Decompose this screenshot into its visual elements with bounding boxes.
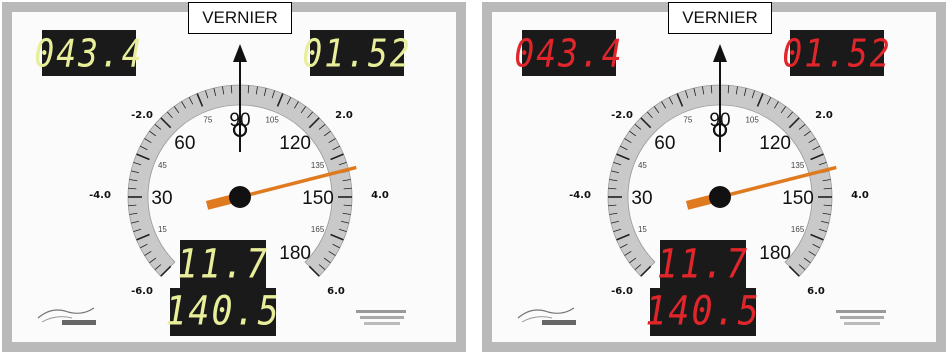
dial-major-label: 60 [174, 133, 195, 154]
vernier-label: VERNIER [188, 2, 292, 34]
vernier-scale-label: 2.0 [335, 110, 353, 121]
vernier-scale-label: -6.0 [131, 286, 153, 297]
dial-minor-label: 135 [791, 161, 805, 170]
dial-major-label: 180 [759, 243, 791, 264]
dial-major-label: 180 [279, 243, 311, 264]
vernier-panel-left: VERNIER 0306090120150180154575105135165-… [2, 2, 466, 352]
dial-major-label: 30 [151, 188, 172, 209]
angle-display: 140.5 [645, 288, 761, 336]
vernier-scale-label: -4.0 [89, 190, 111, 201]
brand-logo-icon [37, 307, 96, 325]
top-left-display: 043.4 [514, 30, 624, 76]
brand-logo-icon [517, 307, 576, 325]
vernier-panel-right: VERNIER 0306090120150180154575105135165-… [482, 2, 946, 352]
top-right-display: 01.52 [782, 30, 892, 76]
dial-major-label: 120 [759, 133, 791, 154]
vernier-label: VERNIER [668, 2, 772, 34]
dial-minor-label: 75 [683, 115, 692, 124]
vernier-scale-label: 2.0 [815, 110, 833, 121]
needle-hub [709, 186, 731, 208]
vernier-scale-label: -2.0 [131, 110, 153, 121]
dial-minor-label: 45 [158, 161, 167, 170]
dial-major-label: 150 [782, 188, 814, 209]
dial-major-label: 120 [279, 133, 311, 154]
top-right-display: 01.52 [302, 30, 412, 76]
dial-minor-label: 105 [745, 115, 759, 124]
vernier-scale-label: 4.0 [851, 190, 869, 201]
dial-minor-label: 165 [311, 225, 325, 234]
maker-logo-icon [836, 310, 886, 325]
reference-arrow-icon [233, 44, 247, 62]
vernier-scale-label: -4.0 [569, 190, 591, 201]
needle-hub [229, 186, 251, 208]
reference-arrow-icon [713, 44, 727, 62]
vernier-scale-label: -6.0 [611, 286, 633, 297]
top-left-display: 043.4 [34, 30, 144, 76]
dial-major-label: 60 [654, 133, 675, 154]
dial-minor-label: 165 [791, 225, 805, 234]
vernier-scale-label: 6.0 [807, 286, 825, 297]
dial-minor-label: 15 [638, 225, 647, 234]
dial-minor-label: 15 [158, 225, 167, 234]
angle-display: 140.5 [165, 288, 281, 336]
vernier-scale-label: 6.0 [327, 286, 345, 297]
dial-major-label: 150 [302, 188, 334, 209]
vernier-scale-label: 4.0 [371, 190, 389, 201]
dial-minor-label: 75 [203, 115, 212, 124]
dial-minor-label: 45 [638, 161, 647, 170]
maker-logo-icon [356, 310, 406, 325]
rate-display: 11.7 [656, 240, 750, 290]
dial-minor-label: 105 [265, 115, 279, 124]
vernier-scale-label: -2.0 [611, 110, 633, 121]
dial-minor-label: 135 [311, 161, 325, 170]
rate-display: 11.7 [176, 240, 270, 290]
dial-major-label: 30 [631, 188, 652, 209]
